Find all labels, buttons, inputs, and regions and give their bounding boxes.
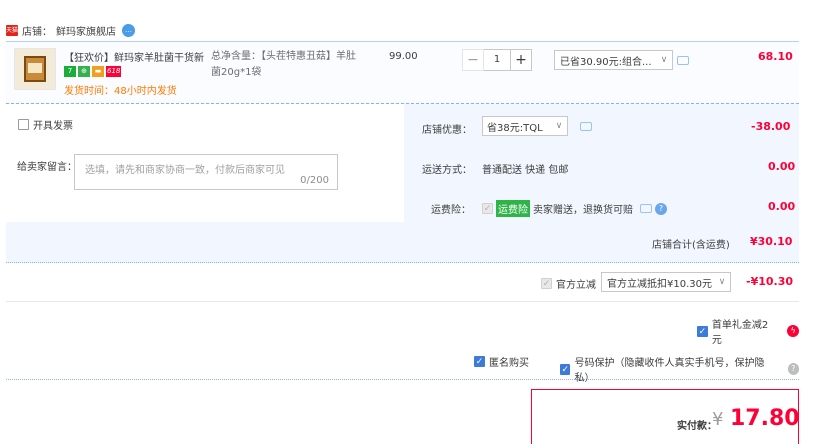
invoice-option[interactable]: 开具发票 bbox=[18, 117, 73, 132]
item-discount-select[interactable]: 已省30.90元:组合... ∨ bbox=[554, 50, 673, 70]
quantity-increase-button[interactable]: + bbox=[510, 49, 532, 71]
pay-currency: ¥ bbox=[712, 409, 724, 430]
privacy-row: ✓ 匿名购买 ✓ 号码保护（隐藏收件人真实手机号，保护隐私） ? bbox=[6, 342, 799, 384]
item-subtotal: 68.10 bbox=[758, 50, 793, 63]
gift-row: ✓ 首单礼金减2元 ϟ bbox=[6, 302, 799, 346]
618-promo-badge: 618 bbox=[106, 66, 122, 77]
help-icon[interactable]: ? bbox=[787, 363, 799, 375]
memo-textarea[interactable]: 选填，请先和商家协商一致，付款后商家可见 0/200 bbox=[74, 154, 338, 190]
official-discount-select[interactable]: 官方立减抵扣¥10.30元 ∨ bbox=[601, 272, 731, 292]
chevron-down-icon: ∨ bbox=[660, 55, 668, 65]
sku-info: 总净含量：【头茬特惠丑菇】羊肚 菌20g*1袋 bbox=[211, 49, 366, 81]
store-label: 店铺： bbox=[22, 26, 52, 38]
payment-summary: 实付款： ¥ 17.80 bbox=[531, 389, 800, 444]
insurance-text: 卖家赠送，退换货可赔 bbox=[533, 205, 633, 216]
memo-label: 给卖家留言： bbox=[17, 162, 77, 173]
delivery-method: 普通配送 快递 包邮 bbox=[482, 165, 569, 176]
memo-placeholder: 选填，请先和商家协商一致，付款后商家可见 bbox=[85, 165, 285, 176]
unit-price: 99.00 bbox=[389, 51, 418, 62]
anonymous-label: 匿名购买 bbox=[489, 358, 529, 369]
official-discount-value: 官方立减抵扣¥10.30元 bbox=[607, 278, 712, 290]
delivery-label: 运送方式： bbox=[422, 165, 472, 176]
anonymous-checkbox[interactable]: ✓ bbox=[474, 356, 485, 367]
product-row: 【狂欢价】鲜玛家羊肚菌干货新... 7 ⊕ ▬ 618 发货时间：48小时内发货… bbox=[6, 41, 799, 103]
store-header: 天猫 店铺： 鲜玛家旗舰店 … bbox=[6, 20, 135, 40]
message-icon[interactable] bbox=[677, 56, 689, 65]
guarantee-badge: ⊕ bbox=[78, 66, 90, 77]
official-discount-amount: -¥10.30 bbox=[746, 275, 794, 288]
tmall-icon: 天猫 bbox=[6, 24, 19, 36]
quantity-input[interactable]: 1 bbox=[484, 49, 510, 71]
wangwang-chat-icon[interactable]: … bbox=[122, 23, 135, 37]
product-package-label bbox=[28, 63, 42, 73]
message-icon[interactable] bbox=[640, 204, 652, 213]
ship-time: 发货时间：48小时内发货 bbox=[64, 86, 177, 97]
message-icon[interactable] bbox=[580, 122, 592, 131]
card-badge: ▬ bbox=[92, 66, 104, 77]
item-discount-value: 已省30.90元:组合... bbox=[560, 56, 652, 68]
official-discount-option: ✓ 官方立减 bbox=[541, 276, 596, 291]
insurance-checkbox: ✓ bbox=[482, 203, 493, 214]
official-discount-checkbox: ✓ bbox=[541, 278, 552, 289]
memo-char-count: 0/200 bbox=[300, 175, 329, 186]
insurance-option: ✓ 运费险 卖家赠送，退换货可赔 ? bbox=[482, 200, 667, 217]
insurance-tag: 运费险 bbox=[496, 200, 530, 217]
quantity-decrease-button[interactable]: − bbox=[462, 49, 484, 71]
store-coupon-select[interactable]: 省38元:TQL ∨ bbox=[482, 116, 568, 136]
store-discount-label: 店铺优惠： bbox=[422, 125, 472, 136]
pay-amount: 17.80 bbox=[730, 406, 800, 431]
number-protect-label: 号码保护（隐藏收件人真实手机号，保护隐私） bbox=[574, 358, 765, 384]
product-thumbnail[interactable] bbox=[14, 48, 56, 90]
store-name[interactable]: 鲜玛家旗舰店 bbox=[56, 23, 116, 38]
store-total-value: ¥30.10 bbox=[750, 235, 793, 248]
pay-label: 实付款： bbox=[677, 421, 717, 432]
order-options: 开具发票 给卖家留言： 选填，请先和商家协商一致，付款后商家可见 0/200 店… bbox=[6, 103, 799, 263]
chevron-down-icon: ∨ bbox=[718, 277, 726, 287]
official-discount-label: 官方立减 bbox=[556, 280, 596, 291]
gift-checkbox[interactable]: ✓ bbox=[697, 325, 708, 337]
anonymous-purchase-option[interactable]: ✓ 匿名购买 bbox=[474, 354, 529, 369]
insurance-amount: 0.00 bbox=[768, 200, 796, 213]
product-badges: 7 ⊕ ▬ 618 bbox=[64, 66, 122, 77]
number-protect-option[interactable]: ✓ 号码保护（隐藏收件人真实手机号，保护隐私） ? bbox=[560, 354, 799, 384]
invoice-checkbox[interactable] bbox=[18, 119, 29, 130]
insurance-label: 运费险： bbox=[431, 205, 471, 216]
official-discount-row: ✓ 官方立减 官方立减抵扣¥10.30元 ∨ -¥10.30 bbox=[6, 263, 799, 302]
quantity-stepper: − 1 + bbox=[462, 49, 532, 71]
product-title[interactable]: 【狂欢价】鲜玛家羊肚菌干货新... bbox=[64, 49, 204, 64]
store-total-label: 店铺合计(含运费) bbox=[652, 240, 730, 251]
invoice-label: 开具发票 bbox=[33, 121, 73, 132]
seven-day-return-badge: 7 bbox=[64, 66, 76, 77]
delivery-amount: 0.00 bbox=[768, 160, 796, 173]
chevron-down-icon: ∨ bbox=[555, 121, 563, 131]
sku-line-2: 菌20g*1袋 bbox=[211, 67, 262, 78]
help-icon[interactable]: ? bbox=[655, 202, 667, 215]
number-protect-checkbox[interactable]: ✓ bbox=[560, 363, 571, 375]
store-coupon-value: 省38元:TQL bbox=[487, 122, 543, 134]
store-discount-amount: -38.00 bbox=[751, 120, 791, 133]
sku-line-1: 总净含量：【头茬特惠丑菇】羊肚 bbox=[211, 51, 356, 62]
lightning-icon: ϟ bbox=[787, 325, 799, 337]
order-left-panel: 开具发票 给卖家留言： 选填，请先和商家协商一致，付款后商家可见 0/200 bbox=[6, 104, 404, 222]
